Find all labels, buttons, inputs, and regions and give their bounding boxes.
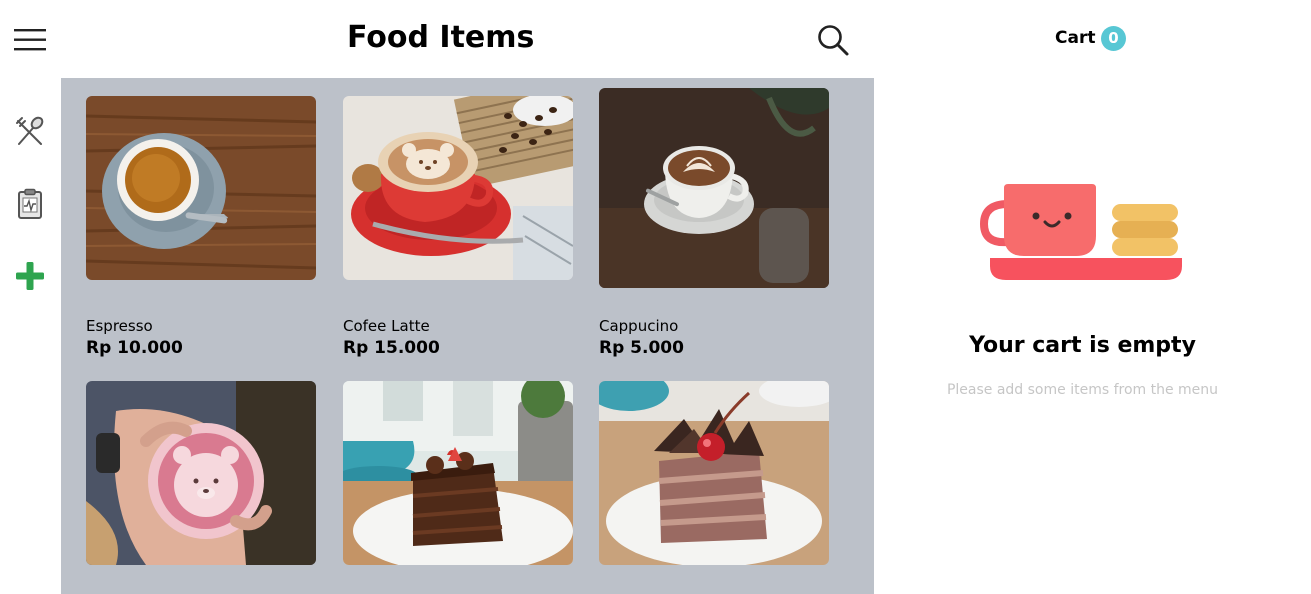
- menu-icon: [14, 29, 46, 51]
- product-card[interactable]: Cappucino Rp 5.000: [599, 88, 829, 358]
- product-card[interactable]: [343, 381, 573, 565]
- product-price: Rp 15.000: [343, 338, 440, 358]
- product-name: Espresso: [86, 317, 153, 335]
- clipboard-report-icon: [18, 188, 42, 219]
- empty-cart-illustration: [978, 180, 1188, 286]
- search-button[interactable]: [816, 23, 850, 57]
- sidebar-item-food[interactable]: [13, 114, 47, 148]
- search-icon: [818, 25, 849, 56]
- empty-cart-title: Your cart is empty: [969, 333, 1196, 358]
- product-image: [599, 381, 829, 565]
- cart-title: Cart: [1055, 28, 1096, 48]
- product-image: [86, 381, 316, 565]
- product-image: [343, 96, 573, 280]
- product-image: [343, 381, 573, 565]
- product-image: [86, 96, 316, 280]
- fork-spoon-icon: [16, 116, 44, 145]
- sidebar-item-add[interactable]: [13, 259, 47, 293]
- product-price: Rp 10.000: [86, 338, 183, 358]
- product-name: Cofee Latte: [343, 317, 430, 335]
- product-image: [599, 88, 829, 288]
- product-name: Cappucino: [599, 317, 679, 335]
- product-card[interactable]: [599, 381, 829, 565]
- page-title: Food Items: [347, 20, 535, 55]
- plus-icon: [16, 262, 44, 290]
- sidebar-item-reports[interactable]: [13, 187, 47, 221]
- empty-cart-subtitle: Please add some items from the menu: [946, 382, 1219, 398]
- menu-button[interactable]: [14, 27, 46, 53]
- cart-count-badge: 0: [1101, 26, 1126, 51]
- product-card[interactable]: Espresso Rp 10.000: [86, 96, 316, 358]
- product-card[interactable]: Cofee Latte Rp 15.000: [343, 96, 573, 358]
- product-grid: Espresso Rp 10.000 Cofee Latte Rp 15.000…: [61, 78, 874, 594]
- product-card[interactable]: [86, 381, 316, 565]
- product-price: Rp 5.000: [599, 338, 684, 358]
